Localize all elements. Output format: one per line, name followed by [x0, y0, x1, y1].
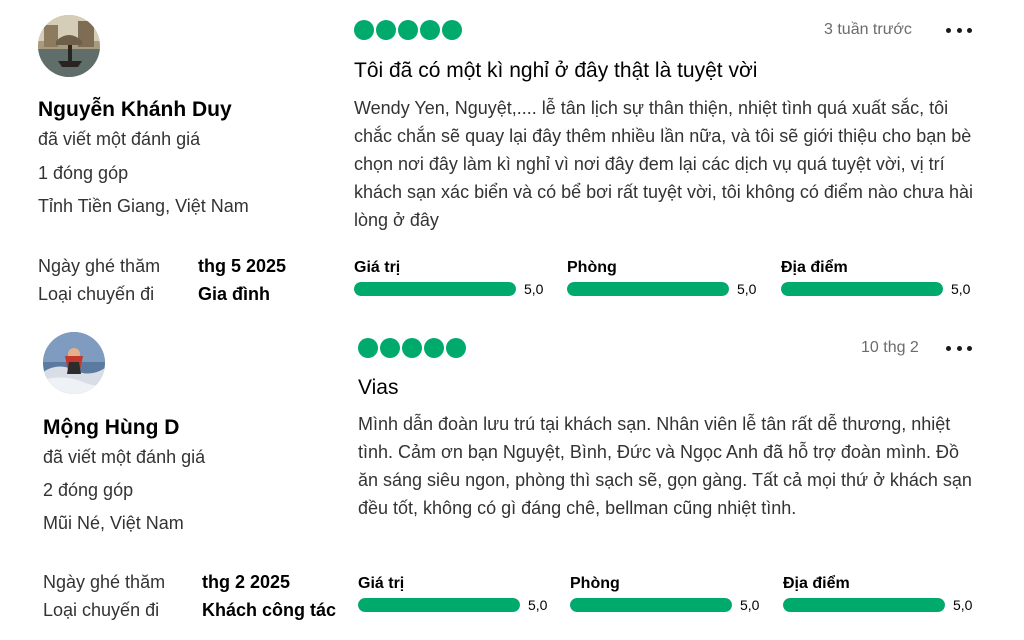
subrating-bar-fill — [358, 598, 520, 612]
review-text: Wendy Yen, Nguyệt,.... lễ tân lịch sự th… — [354, 98, 974, 230]
rating-bubble-icon — [376, 20, 396, 40]
rating-bubble-icon — [402, 338, 422, 358]
trip-type-label: Loại chuyến đi — [38, 284, 155, 304]
author-contributions: 2 đóng góp — [43, 480, 134, 500]
visit-date-value: thg 5 2025 — [198, 256, 287, 276]
visit-date-label: Ngày ghé thăm — [38, 256, 161, 276]
subrating-value: Giá trị 5,0 — [358, 575, 558, 617]
avatar[interactable] — [38, 15, 100, 77]
subrating-bar — [354, 282, 516, 296]
subrating-label: Phòng — [570, 575, 620, 592]
subrating-bar-fill — [781, 282, 943, 296]
subrating-score: 5,0 — [953, 597, 973, 613]
subrating-score: 5,0 — [528, 597, 548, 613]
visit-date-label: Ngày ghé thăm — [43, 572, 166, 592]
avatar[interactable] — [43, 332, 105, 394]
subrating-room: Phòng 5,0 — [567, 259, 767, 301]
review-date: 3 tuần trước — [824, 21, 912, 38]
review-date: 10 thg 2 — [861, 339, 919, 356]
rating-bubble-icon — [380, 338, 400, 358]
rating-bubble-icon — [446, 338, 466, 358]
visit-date-value: thg 2 2025 — [202, 572, 291, 592]
bubble-rating — [354, 20, 462, 40]
trip-type-label: Loại chuyến đi — [43, 600, 160, 620]
more-horizontal-icon[interactable] — [946, 20, 972, 40]
subrating-bar-fill — [783, 598, 945, 612]
trip-type-value: Khách công tác — [202, 600, 337, 620]
rating-bubble-icon — [358, 338, 378, 358]
review-card: Mộng Hùng D đã viết một đánh giá 2 đóng … — [0, 318, 1024, 640]
subrating-score: 5,0 — [951, 281, 971, 297]
subrating-location: Địa điểm 5,0 — [783, 575, 983, 617]
review-text: Mình dẫn đoàn lưu trú tại khách sạn. Nhâ… — [358, 414, 972, 518]
subrating-bar-fill — [354, 282, 516, 296]
subrating-label: Giá trị — [354, 259, 401, 276]
subrating-bar — [781, 282, 943, 296]
subrating-bar — [567, 282, 729, 296]
subrating-bar — [570, 598, 732, 612]
subrating-score: 5,0 — [740, 597, 760, 613]
subrating-label: Địa điểm — [781, 259, 848, 276]
rating-bubble-icon — [442, 20, 462, 40]
subrating-bar — [783, 598, 945, 612]
author-name[interactable]: Mộng Hùng D — [43, 416, 179, 440]
author-action: đã viết một đánh giá — [38, 129, 201, 149]
subrating-label: Địa điểm — [783, 575, 850, 592]
review-title[interactable]: Vias — [358, 376, 398, 400]
subrating-bar-fill — [570, 598, 732, 612]
rating-bubble-icon — [424, 338, 444, 358]
author-contributions: 1 đóng góp — [38, 163, 129, 183]
subrating-room: Phòng 5,0 — [570, 575, 770, 617]
rating-bubble-icon — [398, 20, 418, 40]
author-action: đã viết một đánh giá — [43, 447, 206, 467]
more-horizontal-icon[interactable] — [946, 338, 972, 358]
subrating-label: Giá trị — [358, 575, 405, 592]
review-card: Nguyễn Khánh Duy đã viết một đánh giá 1 … — [0, 0, 1024, 318]
subrating-label: Phòng — [567, 259, 617, 276]
subrating-value: Giá trị 5,0 — [354, 259, 554, 301]
author-location: Tỉnh Tiền Giang, Việt Nam — [38, 196, 249, 216]
author-name[interactable]: Nguyễn Khánh Duy — [38, 98, 232, 122]
trip-type-value: Gia đình — [198, 284, 270, 304]
subrating-bar-fill — [567, 282, 729, 296]
rating-bubble-icon — [354, 20, 374, 40]
subrating-bar — [358, 598, 520, 612]
author-location: Mũi Né, Việt Nam — [43, 513, 184, 533]
rating-bubble-icon — [420, 20, 440, 40]
bubble-rating — [358, 338, 466, 358]
subrating-score: 5,0 — [737, 281, 757, 297]
review-title[interactable]: Tôi đã có một kì nghỉ ở đây thật là tuyệ… — [354, 59, 757, 83]
subrating-score: 5,0 — [524, 281, 544, 297]
subrating-location: Địa điểm 5,0 — [781, 259, 981, 301]
